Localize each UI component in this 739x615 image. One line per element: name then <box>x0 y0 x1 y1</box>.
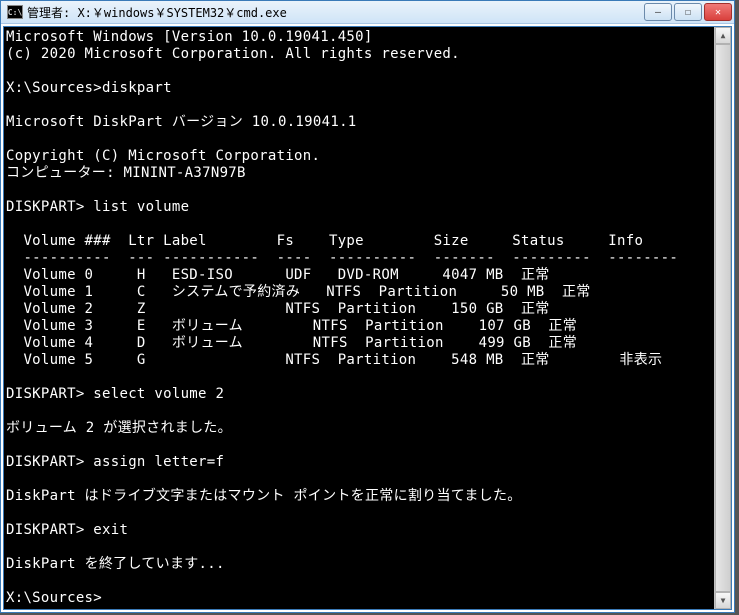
cmd-window: C:\ 管理者: X:￥windows￥SYSTEM32￥cmd.exe — ☐… <box>0 0 735 613</box>
vertical-scrollbar[interactable]: ▲ ▼ <box>714 27 731 609</box>
maximize-button[interactable]: ☐ <box>674 3 702 21</box>
terminal-line: DISKPART> assign letter=f <box>6 454 714 471</box>
window-buttons: — ☐ ✕ <box>644 3 732 21</box>
terminal-line: Volume 5 G NTFS Partition 548 MB 正常 非表示 <box>6 352 714 369</box>
terminal-line: ---------- --- ----------- ---- --------… <box>6 250 714 267</box>
terminal-line: X:\Sources> <box>6 590 714 607</box>
terminal-line <box>6 182 714 199</box>
terminal-line: (c) 2020 Microsoft Corporation. All righ… <box>6 46 714 63</box>
terminal-line: Volume 3 E ボリューム NTFS Partition 107 GB 正… <box>6 318 714 335</box>
terminal-line <box>6 505 714 522</box>
terminal-line: DiskPart を終了しています... <box>6 556 714 573</box>
terminal-line <box>6 131 714 148</box>
titlebar[interactable]: C:\ 管理者: X:￥windows￥SYSTEM32￥cmd.exe — ☐… <box>1 1 734 24</box>
terminal-line: Microsoft Windows [Version 10.0.19041.45… <box>6 29 714 46</box>
terminal-line <box>6 63 714 80</box>
terminal-line <box>6 573 714 590</box>
scroll-track[interactable] <box>715 44 731 592</box>
close-button[interactable]: ✕ <box>704 3 732 21</box>
scroll-down-button[interactable]: ▼ <box>715 592 731 609</box>
terminal-line <box>6 97 714 114</box>
terminal-line: Copyright (C) Microsoft Corporation. <box>6 148 714 165</box>
client-area: Microsoft Windows [Version 10.0.19041.45… <box>3 26 732 610</box>
terminal-line: コンピューター: MININT-A37N97B <box>6 165 714 182</box>
terminal-output[interactable]: Microsoft Windows [Version 10.0.19041.45… <box>4 27 714 609</box>
terminal-line <box>6 403 714 420</box>
terminal-line <box>6 471 714 488</box>
terminal-line: DISKPART> exit <box>6 522 714 539</box>
cmd-icon: C:\ <box>7 5 23 19</box>
terminal-line: Microsoft DiskPart バージョン 10.0.19041.1 <box>6 114 714 131</box>
terminal-line: DISKPART> list volume <box>6 199 714 216</box>
terminal-line <box>6 437 714 454</box>
terminal-line <box>6 369 714 386</box>
terminal-line: Volume 4 D ボリューム NTFS Partition 499 GB 正… <box>6 335 714 352</box>
terminal-line: Volume 0 H ESD-ISO UDF DVD-ROM 4047 MB 正… <box>6 267 714 284</box>
terminal-line: DISKPART> select volume 2 <box>6 386 714 403</box>
scroll-up-button[interactable]: ▲ <box>715 27 731 44</box>
terminal-line: Volume 1 C システムで予約済み NTFS Partition 50 M… <box>6 284 714 301</box>
terminal-line: X:\Sources>diskpart <box>6 80 714 97</box>
scroll-thumb[interactable] <box>715 44 731 592</box>
terminal-line: Volume 2 Z NTFS Partition 150 GB 正常 <box>6 301 714 318</box>
minimize-button[interactable]: — <box>644 3 672 21</box>
window-title: 管理者: X:￥windows￥SYSTEM32￥cmd.exe <box>27 4 644 21</box>
terminal-line <box>6 216 714 233</box>
terminal-line: Volume ### Ltr Label Fs Type Size Status… <box>6 233 714 250</box>
terminal-line <box>6 539 714 556</box>
terminal-line: ボリューム 2 が選択されました。 <box>6 420 714 437</box>
terminal-line: DiskPart はドライブ文字またはマウント ポイントを正常に割り当てました。 <box>6 488 714 505</box>
